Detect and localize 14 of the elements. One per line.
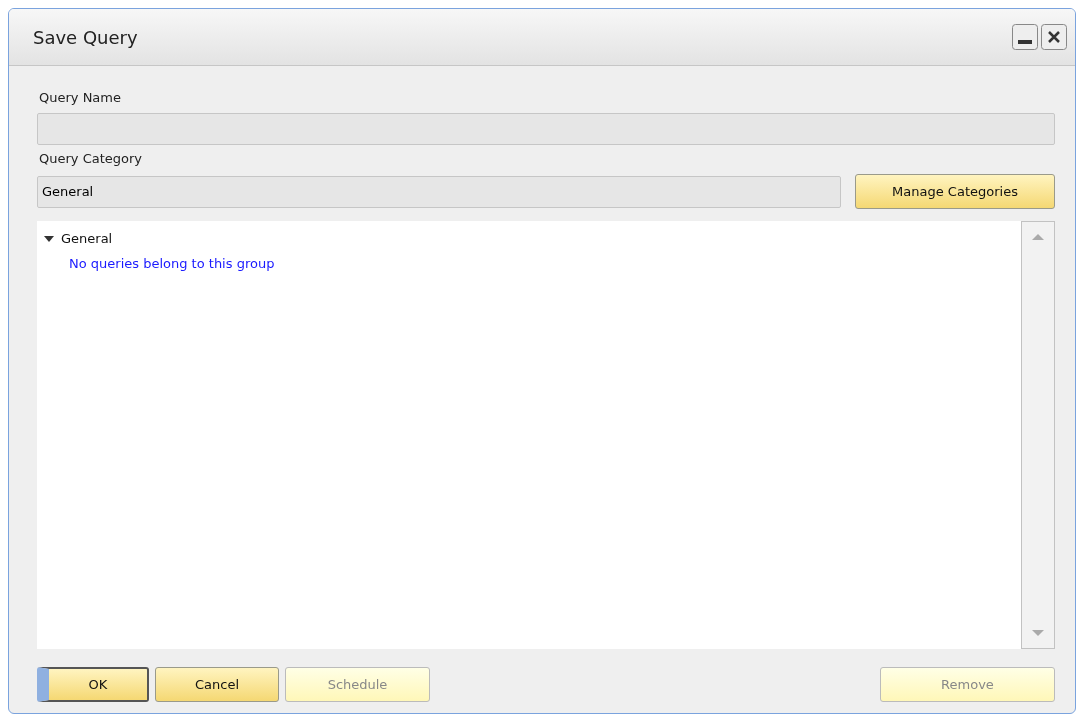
scrollbar[interactable] bbox=[1021, 221, 1055, 649]
window-title: Save Query bbox=[33, 26, 138, 48]
field-label: Query Category bbox=[39, 151, 144, 166]
dialog-button[interactable]: Cancel bbox=[155, 667, 279, 702]
empty-group-message: No queries belong to this group bbox=[68, 255, 276, 271]
tree-node-label: General bbox=[61, 231, 113, 246]
field-label: Query Name bbox=[39, 90, 122, 105]
category-field[interactable]: General bbox=[37, 175, 841, 208]
dialog-button[interactable]: OK bbox=[37, 667, 149, 702]
tree-node[interactable]: General bbox=[43, 227, 1020, 250]
minimize-button[interactable] bbox=[1012, 24, 1038, 50]
manage-categories-button[interactable]: Manage Categories bbox=[855, 174, 1055, 209]
name-field[interactable] bbox=[37, 113, 1055, 145]
close-button[interactable] bbox=[1041, 24, 1067, 50]
